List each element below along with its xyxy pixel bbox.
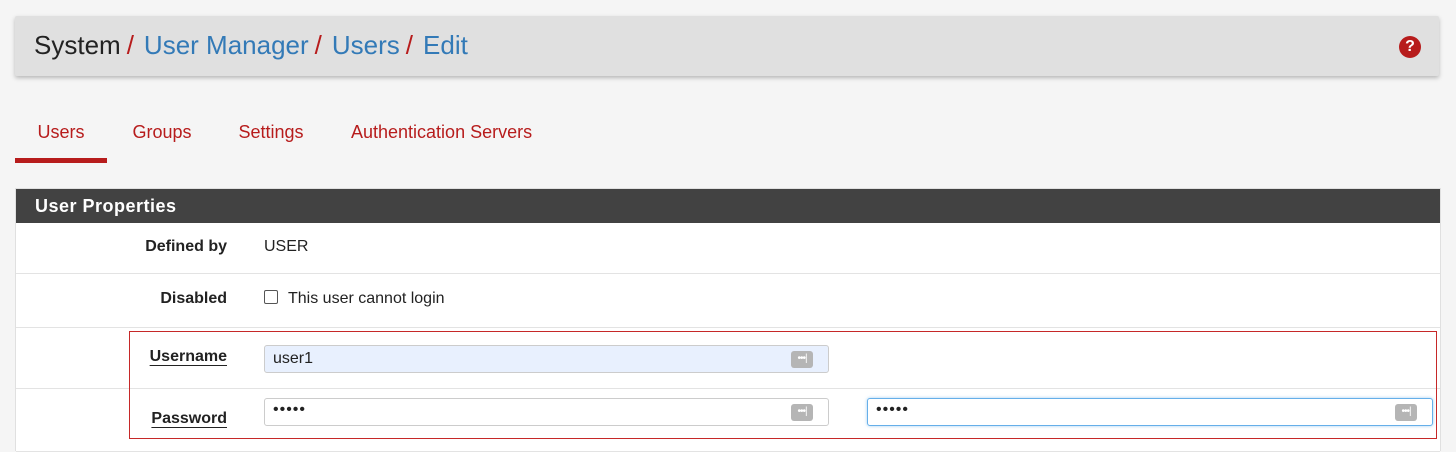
tab-groups[interactable]: Groups <box>127 108 197 158</box>
username-label: Username <box>149 348 227 365</box>
password-confirm-input[interactable]: ••••• •••| <box>867 398 1433 426</box>
breadcrumb-root: System <box>34 30 121 60</box>
password-value: ••••• <box>273 401 307 418</box>
tab-settings[interactable]: Settings <box>235 108 307 158</box>
breadcrumb-edit[interactable]: Edit <box>423 30 468 60</box>
password-manager-icon[interactable]: •••| <box>791 404 813 421</box>
breadcrumb-separator: / <box>126 30 134 60</box>
breadcrumb-users[interactable]: Users <box>332 30 400 60</box>
breadcrumb: System / User Manager / Users / Edit <box>34 30 468 61</box>
disabled-checkbox[interactable] <box>264 290 278 304</box>
panel-title: User Properties <box>16 189 1440 223</box>
tab-users[interactable]: Users <box>15 108 107 163</box>
breadcrumb-separator: / <box>314 30 322 60</box>
question-circle-icon[interactable]: ? <box>1399 36 1421 58</box>
password-label: Password <box>151 410 227 427</box>
defined-by-label: Defined by <box>145 238 227 255</box>
user-properties-panel: User Properties Defined by USER Disabled… <box>15 188 1441 452</box>
username-value: user1 <box>273 350 314 367</box>
disabled-checkbox-label[interactable]: This user cannot login <box>288 290 445 307</box>
tab-authentication-servers[interactable]: Authentication Servers <box>351 108 532 158</box>
row-password: Password ••••• •••| ••••• •••| <box>16 389 1440 452</box>
row-username: Username user1 •••| <box>16 328 1440 389</box>
username-input[interactable]: user1 •••| <box>264 345 829 373</box>
password-manager-icon[interactable]: •••| <box>1395 404 1417 421</box>
row-defined-by: Defined by USER <box>16 223 1440 274</box>
password-manager-icon[interactable]: •••| <box>791 351 813 368</box>
breadcrumb-bar: System / User Manager / Users / Edit ? <box>15 16 1439 76</box>
breadcrumb-separator: / <box>405 30 414 60</box>
disabled-label: Disabled <box>160 290 227 307</box>
row-disabled: Disabled This user cannot login <box>16 274 1440 328</box>
breadcrumb-user-manager[interactable]: User Manager <box>144 30 309 60</box>
password-input[interactable]: ••••• •••| <box>264 398 829 426</box>
defined-by-value: USER <box>264 238 309 255</box>
password-confirm-value: ••••• <box>876 401 910 418</box>
disabled-checkbox-group[interactable]: This user cannot login <box>264 290 445 308</box>
